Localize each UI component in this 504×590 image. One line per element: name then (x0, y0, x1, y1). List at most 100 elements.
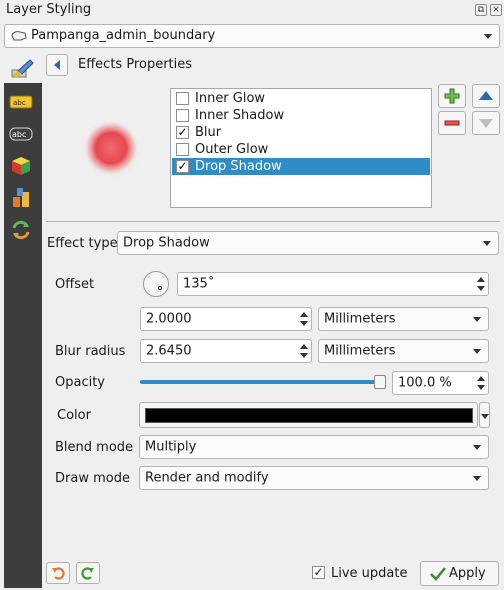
effect-label: Outer Glow (195, 142, 269, 157)
opacity-slider[interactable] (140, 375, 386, 389)
spin-down-icon[interactable] (477, 385, 485, 390)
draw-mode-select[interactable]: Render and modify (139, 466, 489, 490)
dial-knob-icon (158, 286, 162, 290)
blur-unit-select[interactable]: Millimeters (318, 339, 489, 363)
window-title: Layer Styling (6, 2, 92, 17)
labels-icon[interactable]: abc (7, 90, 35, 114)
minus-icon (444, 120, 460, 126)
live-update-checkbox[interactable]: ✓ (312, 566, 325, 579)
redo-button[interactable] (76, 562, 100, 584)
diagrams-icon[interactable] (7, 186, 35, 210)
spin-up-icon[interactable] (300, 344, 308, 349)
color-swatch (145, 408, 473, 423)
effects-list[interactable]: Inner Glow Inner Shadow ✓ Blur Outer Glo… (170, 88, 432, 208)
spin-up-icon[interactable] (300, 312, 308, 317)
offset-unit-select[interactable]: Millimeters (318, 307, 489, 331)
draw-mode-label: Draw mode (55, 471, 130, 486)
color-label: Color (57, 408, 91, 423)
effect-type-select[interactable]: Drop Shadow (117, 231, 499, 255)
spin-down-icon[interactable] (477, 286, 485, 291)
opacity-value: 100.0 % (398, 375, 452, 391)
offset-unit-value: Millimeters (324, 311, 396, 327)
effects-header: Effects Properties (78, 57, 193, 72)
3d-view-icon[interactable] (7, 154, 35, 178)
offset-distance-spinbox[interactable]: 2.0000 (140, 307, 312, 331)
chevron-down-icon (473, 445, 481, 450)
remove-effect-button[interactable] (438, 111, 466, 135)
apply-button[interactable]: Apply (420, 561, 499, 586)
effect-checkbox[interactable]: ✓ (176, 160, 189, 173)
chevron-left-icon (54, 60, 60, 70)
masks-icon[interactable]: abc (7, 122, 35, 146)
layer-select-value: Pampanga_admin_boundary (31, 28, 216, 43)
svg-text:abc: abc (12, 130, 26, 139)
close-panel-button[interactable]: × (490, 4, 502, 16)
effect-label: Drop Shadow (195, 159, 282, 174)
effect-checkbox[interactable] (176, 143, 189, 156)
move-down-button[interactable] (472, 111, 500, 135)
undo-icon (52, 567, 65, 580)
chevron-down-icon (481, 414, 489, 419)
arrow-down-icon (479, 119, 493, 128)
blur-radius-label: Blur radius (55, 344, 126, 359)
chevron-down-icon (473, 317, 481, 322)
chevron-down-icon (483, 241, 491, 246)
checkmark-icon (430, 567, 446, 581)
spin-up-icon[interactable] (477, 376, 485, 381)
angle-spinbox[interactable]: 135˚ (177, 272, 489, 296)
effect-item-inner-glow[interactable]: Inner Glow (172, 90, 430, 107)
history-icon[interactable] (7, 218, 35, 242)
effect-item-outer-glow[interactable]: Outer Glow (172, 141, 430, 158)
float-panel-button[interactable]: ⧉ (475, 4, 487, 16)
spin-down-icon[interactable] (300, 353, 308, 358)
spin-down-icon[interactable] (300, 321, 308, 326)
blend-mode-select[interactable]: Multiply (139, 435, 489, 459)
effect-item-drop-shadow[interactable]: ✓ Drop Shadow (172, 158, 430, 175)
arrow-up-icon (479, 91, 493, 100)
blur-unit-value: Millimeters (324, 343, 396, 359)
effect-type-label: Effect type (47, 236, 118, 251)
blur-radius-value: 2.6450 (146, 343, 192, 359)
chevron-down-icon (473, 476, 481, 481)
opacity-label: Opacity (55, 375, 106, 390)
draw-mode-value: Render and modify (145, 470, 269, 486)
angle-value: 135˚ (183, 276, 215, 292)
effect-type-value: Drop Shadow (123, 235, 210, 251)
add-effect-button[interactable] (438, 84, 466, 108)
color-button[interactable] (139, 402, 478, 428)
blur-radius-spinbox[interactable]: 2.6450 (140, 339, 312, 363)
blend-mode-value: Multiply (145, 439, 197, 455)
opacity-slider-handle[interactable] (374, 375, 386, 389)
chevron-down-icon (484, 34, 492, 39)
effect-checkbox[interactable]: ✓ (176, 126, 189, 139)
blend-mode-label: Blend mode (55, 440, 134, 455)
paint-brush-icon (10, 57, 36, 81)
offset-distance-value: 2.0000 (146, 311, 192, 327)
color-menu-button[interactable] (479, 402, 490, 428)
svg-text:abc: abc (13, 99, 26, 107)
effect-preview (74, 112, 150, 188)
effect-checkbox[interactable] (176, 92, 189, 105)
undo-button[interactable] (46, 562, 70, 584)
effect-label: Blur (195, 125, 222, 140)
title-bar: Layer Styling ⧉ × (0, 0, 504, 22)
move-up-button[interactable] (472, 84, 500, 108)
layer-select[interactable]: Pampanga_admin_boundary (4, 24, 500, 48)
plus-icon (444, 88, 460, 104)
back-button[interactable] (46, 54, 68, 76)
live-update-label: Live update (331, 566, 408, 581)
effect-item-inner-shadow[interactable]: Inner Shadow (172, 107, 430, 124)
opacity-spinbox[interactable]: 100.0 % (392, 371, 489, 395)
spin-up-icon[interactable] (477, 277, 485, 282)
effect-checkbox[interactable] (176, 109, 189, 122)
polygon-layer-icon (11, 30, 27, 46)
offset-label: Offset (55, 277, 95, 292)
angle-dial[interactable] (143, 271, 169, 297)
effect-item-blur[interactable]: ✓ Blur (172, 124, 430, 141)
effect-label: Inner Shadow (195, 108, 285, 123)
effect-label: Inner Glow (195, 91, 266, 106)
redo-icon (81, 567, 94, 580)
chevron-down-icon (473, 349, 481, 354)
opacity-slider-fill (140, 380, 380, 384)
divider (46, 221, 500, 222)
